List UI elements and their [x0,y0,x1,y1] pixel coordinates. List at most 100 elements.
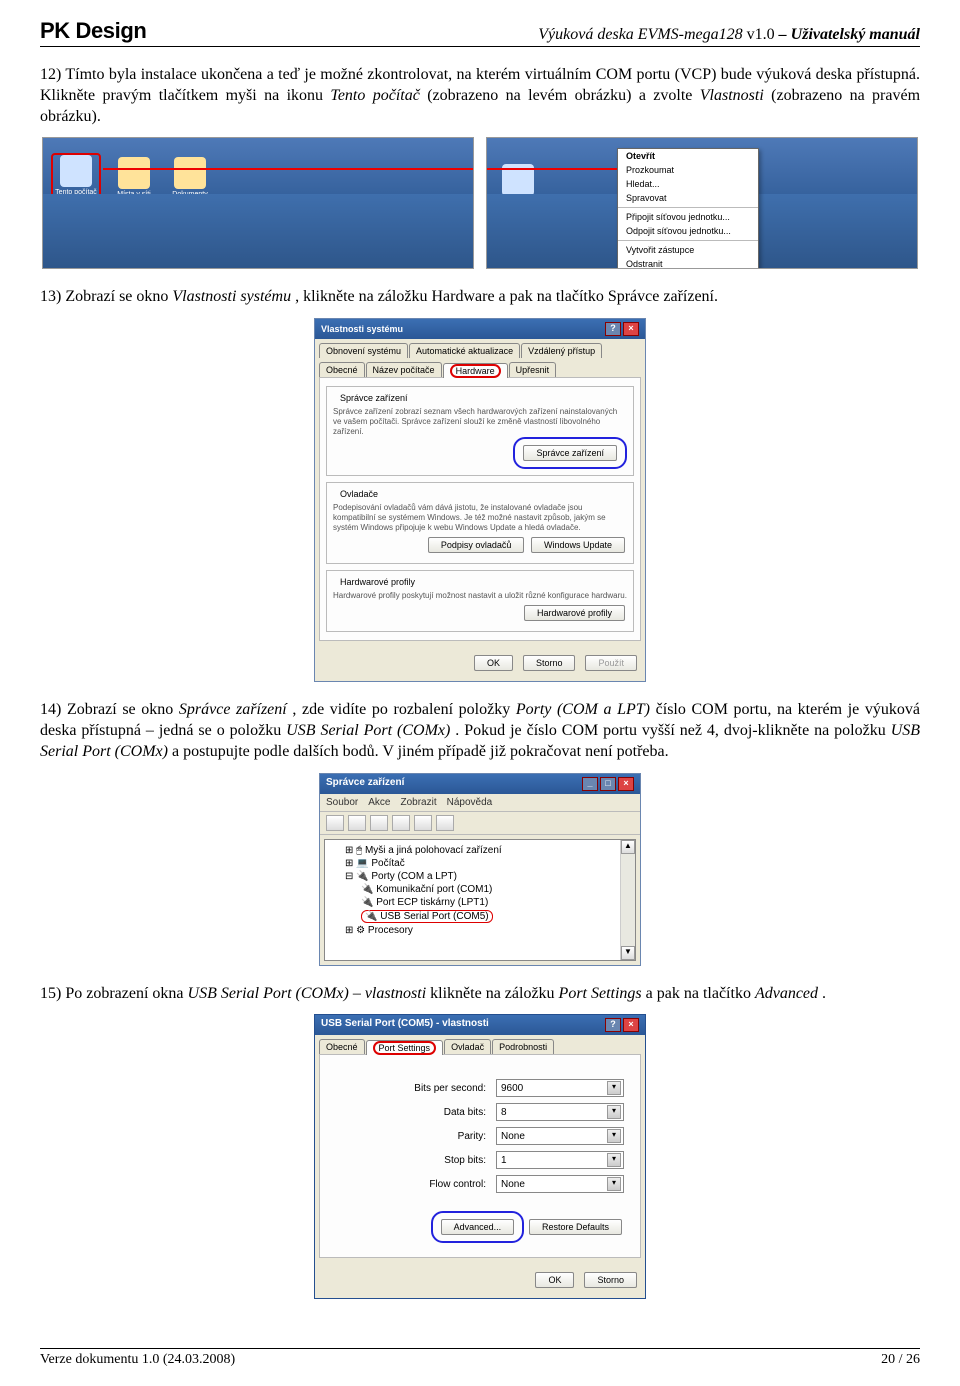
tab-auto-updates[interactable]: Automatické aktualizace [409,343,520,358]
step-italic: USB Serial Port (COMx) – vlastnosti [188,985,427,1002]
group-title: Ovladače [337,489,381,499]
toolbar-button[interactable] [370,815,388,831]
tab-advanced[interactable]: Upřesnit [509,362,557,377]
scrollbar[interactable]: ▲ ▼ [620,840,635,960]
step-text: , zde vidíte po rozbalení položky [292,701,515,718]
field-label: Data bits: [444,1107,486,1118]
toolbar-button[interactable] [436,815,454,831]
field-label: Bits per second: [414,1083,486,1094]
close-button[interactable]: × [623,322,639,336]
context-menu-item[interactable]: Vytvořit zástupce [618,243,758,257]
ok-button[interactable]: OK [535,1272,574,1288]
footer-version: Verze dokumentu 1.0 (24.03.2008) [40,1352,235,1368]
advanced-button[interactable]: Advanced... [441,1219,515,1235]
port-properties-dialog: USB Serial Port (COM5) - vlastnosti ? × … [314,1014,646,1299]
step-text: a postupujte podle dalších bodů. V jiném… [172,743,669,760]
groupbox-hw-profiles: Hardwarové profily Hardwarové profily po… [326,570,634,632]
context-menu-item[interactable]: Odstranit [618,257,758,269]
select-databits[interactable]: 8▾ [496,1103,624,1121]
tab-remote[interactable]: Vzdálený přístup [521,343,602,358]
tab-general[interactable]: Obecné [319,362,365,377]
field-bits-per-second: Bits per second: 9600▾ [336,1079,624,1097]
step-text: (zobrazeno na levém obrázku) a zvolte [427,87,700,104]
dropdown-icon: ▾ [607,1177,621,1191]
tab-computer-name[interactable]: Název počítače [366,362,442,377]
field-label: Stop bits: [444,1155,486,1166]
context-menu-item[interactable]: Spravovat [618,191,758,205]
toolbar-button[interactable] [414,815,432,831]
context-menu-item[interactable]: Prozkoumat [618,163,758,177]
footer-page: 20 / 26 [881,1352,920,1368]
toolbar-button[interactable] [326,815,344,831]
device-manager-button[interactable]: Správce zařízení [523,445,617,461]
maximize-button[interactable]: □ [600,777,616,791]
step-text: . Pokud je číslo COM portu vyšší než 4, … [455,722,890,739]
toolbar-button[interactable] [392,815,410,831]
documents-icon[interactable]: Dokumenty [167,157,213,198]
toolbar-button[interactable] [348,815,366,831]
tab-driver[interactable]: Ovladač [444,1039,491,1054]
group-text: Správce zařízení zobrazí seznam všech ha… [333,407,627,437]
close-button[interactable]: × [623,1018,639,1032]
tree-node-lpt1[interactable]: 🔌 Port ECP tiskárny (LPT1) [329,896,631,909]
tab-system-restore[interactable]: Obnovení systému [319,343,408,358]
ok-button[interactable]: OK [474,655,513,671]
step-text: . [822,985,826,1002]
step-italic: Vlastnosti systému [172,288,291,305]
tab-general[interactable]: Obecné [319,1039,365,1054]
cancel-button[interactable]: Storno [584,1272,637,1288]
step-14: 14) Zobrazí se okno Správce zařízení , z… [40,700,920,762]
device-tree: ⊞ 🖱 Myši a jiná polohovací zařízení ⊞ 💻 … [324,839,636,961]
menu-view[interactable]: Zobrazit [400,797,436,808]
help-button[interactable]: ? [605,322,621,336]
close-button[interactable]: × [618,777,634,791]
context-menu-item[interactable]: Odpojit síťovou jednotku... [618,224,758,238]
tree-node-processors[interactable]: ⊞ ⚙ Procesory [329,924,631,937]
group-title: Hardwarové profily [337,577,418,587]
apply-button[interactable]: Použít [585,655,637,671]
tree-node-com1[interactable]: 🔌 Komunikační port (COM1) [329,883,631,896]
tab-port-settings[interactable]: Port Settings [366,1040,444,1055]
titlebar: Správce zařízení _ □ × [320,774,640,794]
tree-node-mice[interactable]: ⊞ 🖱 Myši a jiná polohovací zařízení [329,844,631,857]
help-button[interactable]: ? [605,1018,621,1032]
doc-title: Výuková deska EVMS-mega128 v1.0 – Uživat… [538,26,920,44]
my-computer-icon[interactable]: Tento počítač [51,153,101,198]
tree-node-ports[interactable]: ⊟ 🔌 Porty (COM a LPT) [329,870,631,883]
menu-help[interactable]: Nápověda [447,797,493,808]
network-places-icon[interactable]: Místa v síti [111,157,157,198]
titlebar: Vlastnosti systému ? × [315,319,645,339]
step-text: a pak na tlačítko [646,985,755,1002]
field-label: Parity: [458,1131,486,1142]
menu-file[interactable]: Soubor [326,797,358,808]
groupbox-device-manager: Správce zařízení Správce zařízení zobraz… [326,386,634,476]
step-italic: Správce zařízení [179,701,287,718]
context-menu-item[interactable]: Otevřít [618,149,758,163]
menu-action[interactable]: Akce [368,797,390,808]
tab-hardware[interactable]: Hardware [443,363,508,378]
select-bps[interactable]: 9600▾ [496,1079,624,1097]
windows-update-button[interactable]: Windows Update [531,537,625,553]
window-title: Vlastnosti systému [321,324,403,334]
driver-signing-button[interactable]: Podpisy ovladačů [428,537,525,553]
step-italic: Tento počítač [330,87,419,104]
select-parity[interactable]: None▾ [496,1127,624,1145]
tab-details[interactable]: Podrobnosti [492,1039,554,1054]
restore-defaults-button[interactable]: Restore Defaults [529,1219,622,1235]
titlebar: USB Serial Port (COM5) - vlastnosti ? × [315,1015,645,1035]
step-italic: Vlastnosti [700,87,764,104]
minimize-button[interactable]: _ [582,777,598,791]
hw-profiles-button[interactable]: Hardwarové profily [524,605,625,621]
cancel-button[interactable]: Storno [523,655,576,671]
tree-node-usb-serial[interactable]: 🔌 USB Serial Port (COM5) [329,909,631,924]
step-text: Po zobrazení okna [65,985,187,1002]
context-menu-item[interactable]: Připojit síťovou jednotku... [618,210,758,224]
tabs-row-2: Obecné Název počítače Hardware Upřesnit [315,358,645,377]
step-text: Zobrazí se okno [65,288,172,305]
select-flow[interactable]: None▾ [496,1175,624,1193]
context-menu-item[interactable]: Hledat... [618,177,758,191]
field-parity: Parity: None▾ [336,1127,624,1145]
tree-node-computer[interactable]: ⊞ 💻 Počítač [329,857,631,870]
select-stopbits[interactable]: 1▾ [496,1151,624,1169]
step-13: 13) Zobrazí se okno Vlastnosti systému ,… [40,287,920,308]
